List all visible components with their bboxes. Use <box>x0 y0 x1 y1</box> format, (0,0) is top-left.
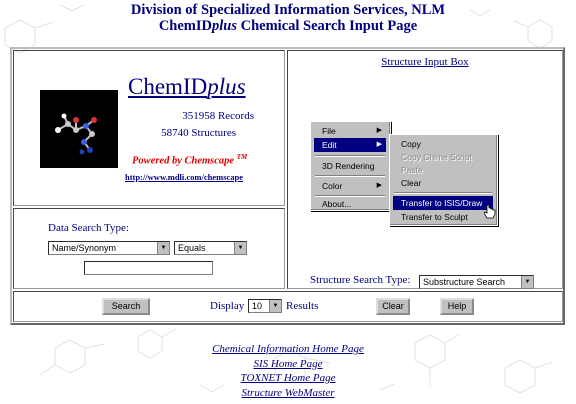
header-plus: plus <box>211 18 237 34</box>
header-subtitle: Chemical Search Input Page <box>236 18 418 34</box>
menu-edit-label: Edit <box>322 140 337 150</box>
clear-button[interactable]: Clear <box>376 298 410 315</box>
logo-chemid: ChemID <box>128 74 208 99</box>
structure-search-type-value: Substructure Search <box>423 277 506 287</box>
data-search-type-label: Data Search Type: <box>48 222 129 234</box>
structure-input-panel: Structure Input Box File ▶ Edit ▶ 3D Rende… <box>287 50 563 289</box>
edit-submenu: Copy Copy Chime Script Paste Clear Trans… <box>389 134 498 226</box>
search-form-table: ChemIDplus 351958 Records 58740 Structur… <box>10 47 565 325</box>
structure-search-type-label: Structure Search Type: <box>310 274 411 286</box>
chime-context-menu: File ▶ Edit ▶ 3D Rendering Color ▶ About... <box>310 121 391 211</box>
structures-count: 58740 Structures <box>161 127 236 139</box>
header-line-1: Division of Specialized Information Serv… <box>130 2 446 18</box>
link-sis-home[interactable]: SIS Home Page <box>0 357 576 372</box>
link-structure-webmaster[interactable]: Structure WebMaster <box>0 386 576 401</box>
data-search-panel: Data Search Type: Name/Synonym ▼ Equals … <box>13 208 285 289</box>
submenu-item-copy-chime-script[interactable]: Copy Chime Script <box>393 150 493 164</box>
menu-item-about[interactable]: About... <box>314 197 386 211</box>
submenu-item-copy[interactable]: Copy <box>393 137 493 151</box>
display-count-value: 10 <box>252 301 263 311</box>
display-count-select[interactable]: 10 ▼ <box>248 299 282 313</box>
header-line-2: ChemIDplus Chemical Search Input Page <box>0 18 576 34</box>
chemidplus-logo-link[interactable]: ChemIDplus <box>128 74 246 100</box>
submenu-item-transfer-sculpt[interactable]: Transfer to Sculpt <box>393 210 493 224</box>
menu-item-3d-rendering[interactable]: 3D Rendering <box>314 159 386 173</box>
help-button[interactable]: Help <box>440 298 474 315</box>
records-count: 351958 Records <box>182 110 254 122</box>
menu-separator <box>394 192 492 194</box>
logo-plus: plus <box>207 74 246 99</box>
footer-links: Chemical Information Home Page SIS Home … <box>0 342 576 400</box>
search-operator-select[interactable]: Equals ▼ <box>174 241 247 255</box>
menu-separator <box>315 175 385 177</box>
submenu-arrow-icon: ▶ <box>376 127 382 134</box>
dropdown-arrow-icon: ▼ <box>521 276 533 288</box>
search-text-input[interactable] <box>84 261 213 275</box>
dropdown-arrow-icon: ▼ <box>269 300 281 312</box>
powered-text: Powered by Chemscape <box>132 155 235 167</box>
submenu-item-transfer-isis-draw[interactable]: Transfer to ISIS/Draw <box>393 196 493 210</box>
header-chemid: ChemID <box>158 18 212 34</box>
powered-by-chemscape: Powered by Chemscape TM <box>132 153 247 167</box>
results-label: Results <box>286 300 319 312</box>
menu-color-label: Color <box>322 181 343 191</box>
page-header: Division of Specialized Information Serv… <box>0 2 576 34</box>
trademark: TM <box>236 153 248 161</box>
submenu-item-clear[interactable]: Clear <box>393 176 493 190</box>
logo-panel: ChemIDplus 351958 Records 58740 Structur… <box>13 50 285 206</box>
button-bar: Search Display 10 ▼ Results Clear Help <box>13 291 563 322</box>
search-operator-value: Equals <box>178 243 206 253</box>
menu-item-edit[interactable]: Edit ▶ <box>314 138 386 152</box>
menu-file-label: File <box>322 126 336 136</box>
search-field-value: Name/Synonym <box>52 243 117 253</box>
submenu-item-paste[interactable]: Paste <box>393 163 493 177</box>
structure-input-box-link[interactable]: Structure Input Box <box>288 56 562 68</box>
dropdown-arrow-icon: ▼ <box>234 242 246 254</box>
menu-3d-label: 3D Rendering <box>322 161 375 171</box>
molecule-3d-image <box>40 90 118 168</box>
search-button[interactable]: Search <box>102 298 150 315</box>
menu-separator <box>315 155 385 157</box>
display-label: Display <box>210 300 245 312</box>
menu-item-color[interactable]: Color ▶ <box>314 179 386 193</box>
search-field-select[interactable]: Name/Synonym ▼ <box>48 241 170 255</box>
structure-search-type-select[interactable]: Substructure Search ▼ <box>419 275 534 289</box>
link-toxnet-home[interactable]: TOXNET Home Page <box>0 371 576 386</box>
menu-item-file[interactable]: File ▶ <box>314 124 386 138</box>
menu-about-label: About... <box>322 199 352 209</box>
hand-cursor-icon <box>484 204 496 219</box>
link-chemical-information-home[interactable]: Chemical Information Home Page <box>0 342 576 357</box>
submenu-arrow-icon: ▶ <box>376 141 382 148</box>
submenu-arrow-icon: ▶ <box>376 182 382 189</box>
dropdown-arrow-icon: ▼ <box>157 242 169 254</box>
mdl-chemscape-link[interactable]: http://www.mdli.com/chemscape <box>125 172 243 182</box>
